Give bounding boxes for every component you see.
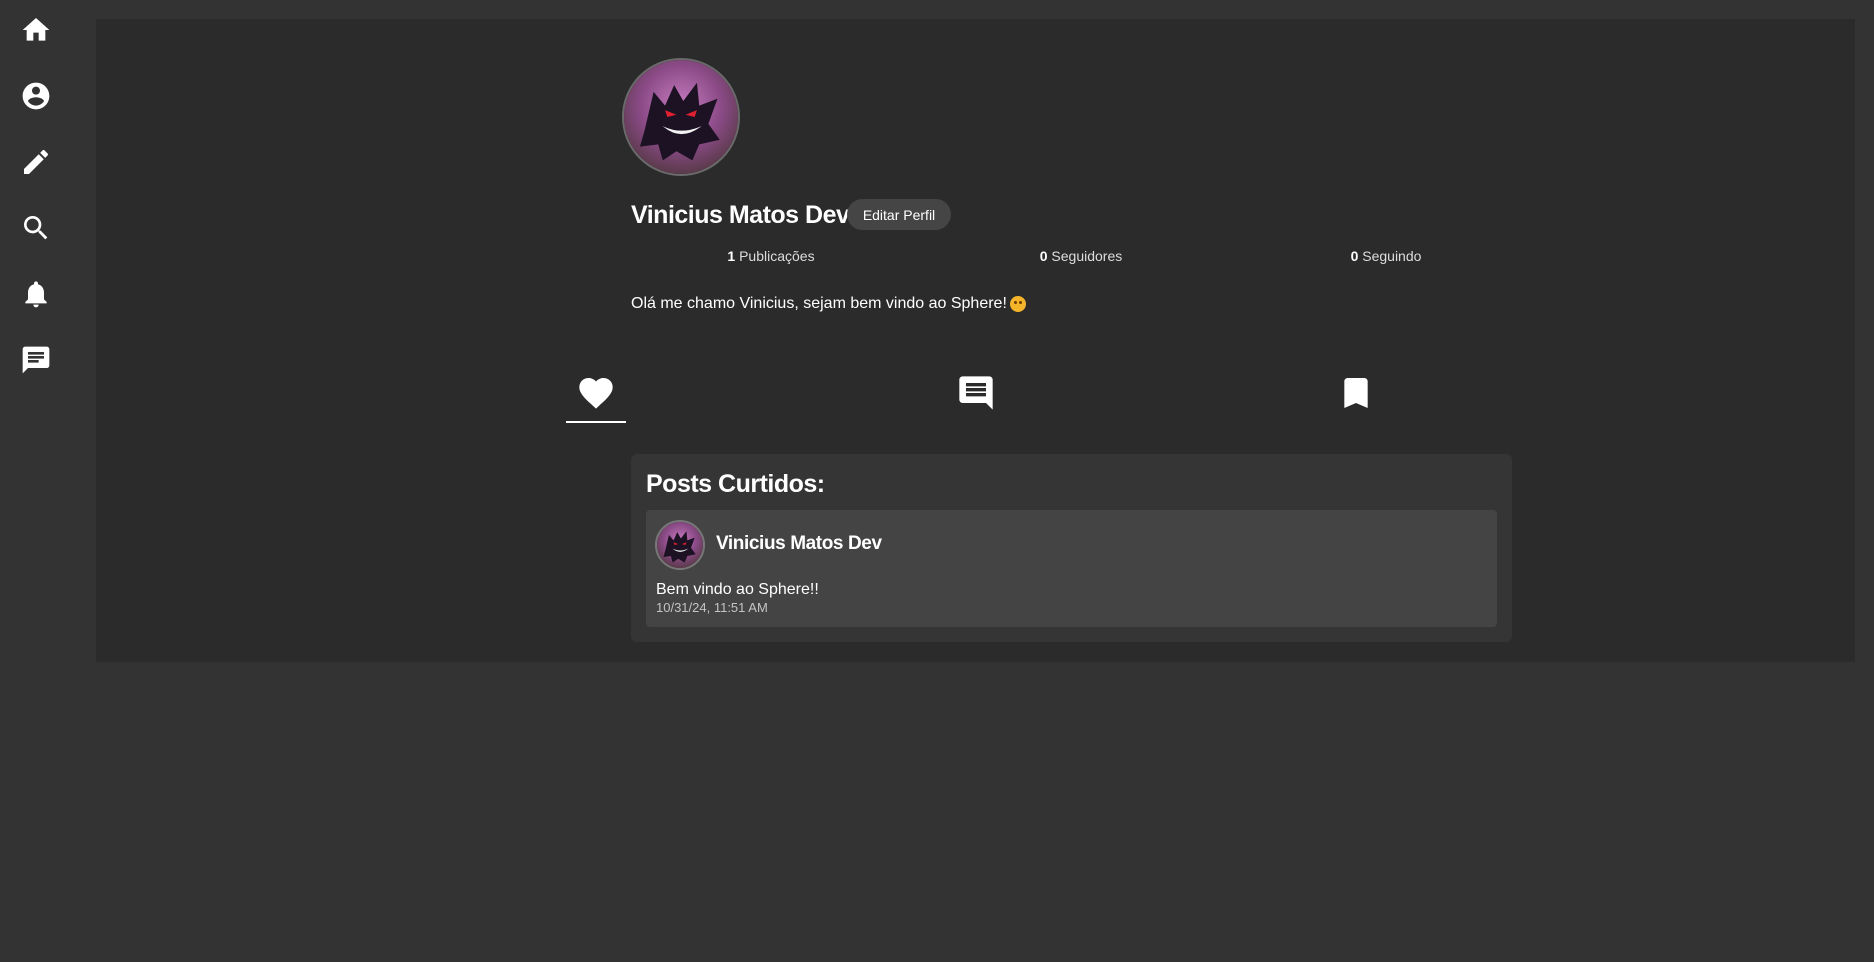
profile-bio-text: Olá me chamo Vinicius, sejam bem vindo a… [631, 295, 1007, 312]
nav-messages-button[interactable] [18, 342, 54, 378]
post-author-name[interactable]: Vinicius Matos Dev [716, 532, 882, 556]
profile-avatar [622, 58, 740, 176]
nav-profile-button[interactable] [18, 78, 54, 114]
pencil-icon [24, 149, 49, 174]
tab-comments[interactable] [946, 371, 1006, 423]
tab-liked-posts[interactable] [566, 371, 626, 423]
bell-icon [25, 281, 47, 308]
liked-posts-panel: Posts Curtidos: Vinicius Matos Dev Bem v… [631, 454, 1512, 642]
stat-following[interactable]: 0 Seguindo [1246, 247, 1526, 265]
nav-notifications-button[interactable] [18, 276, 54, 312]
stat-followers[interactable]: 0 Seguidores [941, 247, 1221, 265]
post-author-avatar[interactable] [655, 520, 705, 570]
nav-search-button[interactable] [18, 210, 54, 246]
sidebar-nav [0, 0, 72, 962]
post-card[interactable]: Vinicius Matos Dev Bem vindo ao Sphere!!… [646, 510, 1497, 627]
nav-home-button[interactable] [18, 12, 54, 48]
profile-main: Vinicius Matos Dev Editar Perfil 1 Publi… [96, 19, 1855, 662]
post-text: Bem vindo ao Sphere!! [656, 581, 819, 598]
stat-posts: 1 Publicações [631, 247, 911, 265]
profile-username: Vinicius Matos Dev [631, 201, 850, 229]
tab-saved-posts[interactable] [1326, 371, 1386, 423]
liked-posts-title: Posts Curtidos: [646, 470, 825, 498]
search-icon [24, 216, 48, 240]
gengar-avatar-image [657, 522, 703, 568]
nav-create-post-button[interactable] [18, 144, 54, 180]
stat-followers-count: 0 [1039, 248, 1048, 264]
stat-posts-label: Publicações [739, 248, 815, 264]
edit-profile-button[interactable]: Editar Perfil [847, 199, 951, 230]
bookmark-icon [1344, 378, 1368, 408]
stat-followers-label: Seguidores [1051, 248, 1123, 264]
gengar-avatar-image [624, 60, 738, 174]
comment-icon [959, 376, 993, 410]
smiley-emoji-icon [1009, 296, 1026, 312]
stat-posts-count: 1 [727, 248, 736, 264]
account-circle-icon [22, 82, 50, 110]
home-icon [22, 18, 50, 41]
chat-icon [22, 346, 50, 374]
profile-bio: Olá me chamo Vinicius, sejam bem vindo a… [631, 294, 1026, 314]
stat-following-label: Seguindo [1362, 248, 1422, 264]
post-timestamp: 10/31/24, 11:51 AM [656, 600, 768, 615]
heart-icon [579, 378, 613, 409]
stat-following-count: 0 [1350, 248, 1359, 264]
